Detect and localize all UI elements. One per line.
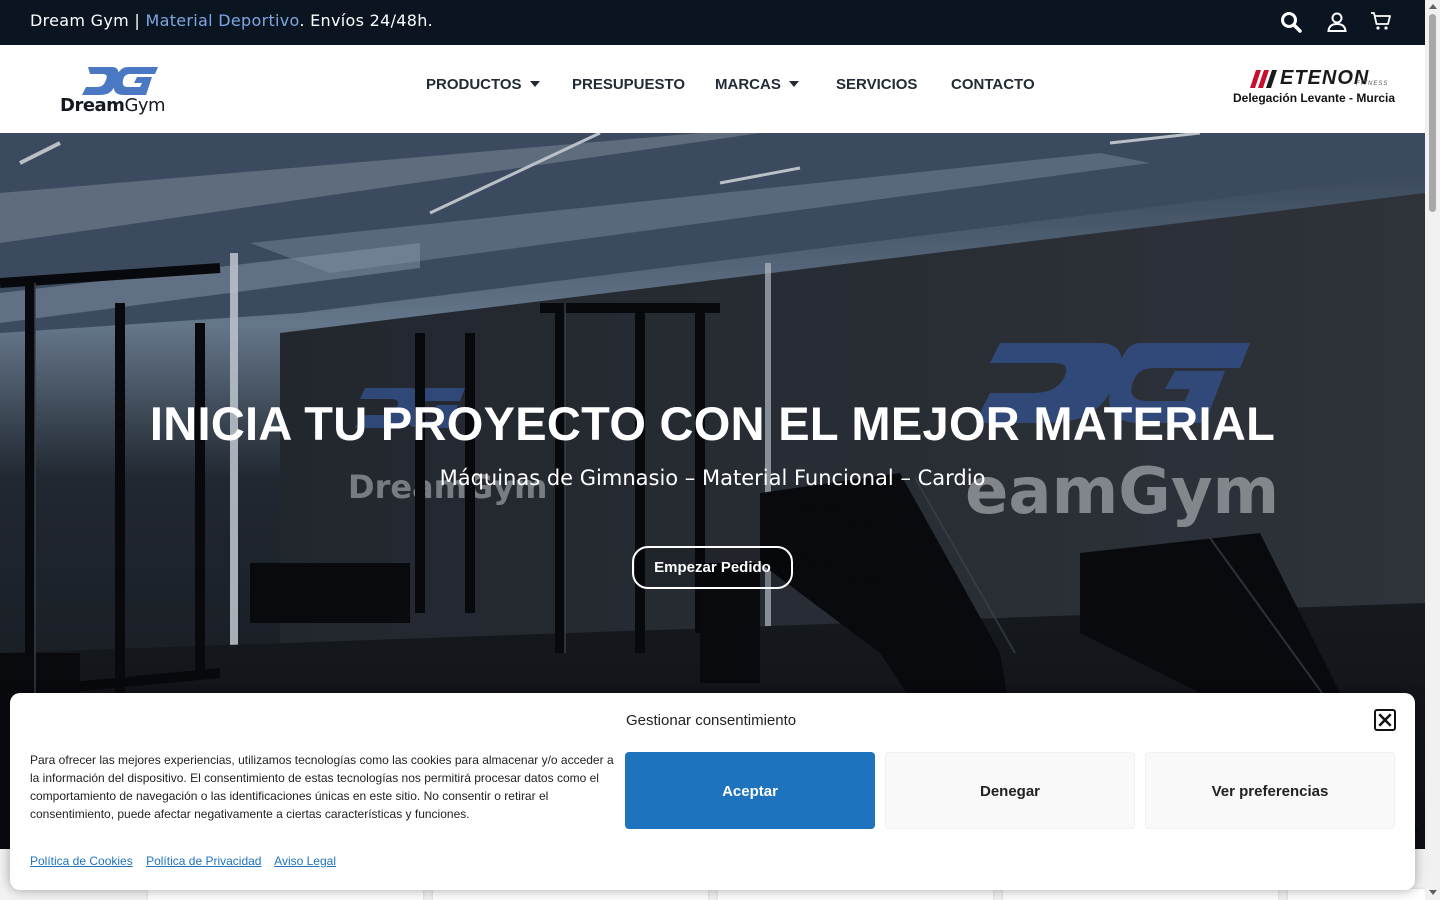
legal-notice-link[interactable]: Aviso Legal: [274, 854, 336, 868]
product-card[interactable]: [718, 889, 993, 900]
deny-button[interactable]: Denegar: [885, 752, 1135, 829]
cookie-consent-dialog: Gestionar consentimiento Para ofrecer la…: [10, 693, 1415, 890]
product-card[interactable]: [433, 889, 708, 900]
accept-button[interactable]: Aceptar: [625, 752, 875, 829]
preferences-button[interactable]: Ver preferencias: [1145, 752, 1395, 829]
scrollbar-thumb[interactable]: [1429, 14, 1436, 212]
logo-mark-icon: [82, 67, 158, 95]
nav-marcas[interactable]: MARCAS: [715, 76, 799, 93]
product-card[interactable]: [1003, 889, 1278, 900]
page-scrollbar[interactable]: [1425, 0, 1440, 900]
top-bar-message: Dream Gym | Material Deportivo. Envíos 2…: [30, 11, 433, 30]
partner-sub: FITNESS: [1356, 81, 1389, 87]
cart-icon[interactable]: [1369, 9, 1393, 33]
cookie-policy-link[interactable]: Política de Cookies: [30, 854, 133, 868]
site-header: DreamGym PRODUCTOS PRESUPUESTO MARCAS SE…: [0, 45, 1425, 133]
user-icon[interactable]: [1325, 10, 1349, 34]
cookie-dialog-title: Gestionar consentimiento: [626, 712, 797, 729]
top-bar: Dream Gym | Material Deportivo. Envíos 2…: [0, 0, 1425, 45]
separator: |: [129, 11, 146, 30]
brand-name: Dream Gym: [30, 11, 130, 30]
hero-subtitle: Máquinas de Gimnasio – Material Funciona…: [439, 466, 986, 490]
close-icon[interactable]: [1374, 709, 1396, 731]
cookie-policy-links: Política de Cookies Política de Privacid…: [30, 854, 346, 868]
scroll-up-arrow-icon[interactable]: [1429, 4, 1437, 9]
nav-productos[interactable]: PRODUCTOS: [426, 76, 540, 93]
shipping-note: . Envíos 24/48h.: [299, 11, 434, 30]
caret-down-icon: [788, 81, 799, 87]
nav-contacto[interactable]: CONTACTO: [951, 76, 1035, 93]
search-icon[interactable]: [1279, 10, 1303, 34]
dream-gym-logo[interactable]: DreamGym: [60, 65, 182, 119]
material-deportivo-link[interactable]: Material Deportivo: [146, 11, 300, 30]
product-card[interactable]: [1288, 889, 1425, 900]
nav-servicios[interactable]: SERVICIOS: [836, 76, 917, 93]
scroll-down-arrow-icon[interactable]: [1429, 890, 1437, 895]
product-card[interactable]: [148, 889, 423, 900]
caret-down-icon: [529, 81, 540, 87]
partner-logo[interactable]: ETENON FITNESS Delegación Levante - Murc…: [1232, 67, 1402, 111]
hero-title: INICIA TU PROYECTO CON EL MEJOR MATERIAL: [149, 397, 1276, 450]
nav-presupuesto[interactable]: PRESUPUESTO: [572, 76, 685, 93]
logo-wordmark: DreamGym: [60, 95, 166, 116]
partner-slashes-icon: [1250, 70, 1277, 88]
cookie-description: Para ofrecer las mejores experiencias, u…: [30, 753, 614, 821]
privacy-policy-link[interactable]: Política de Privacidad: [146, 854, 261, 868]
start-order-button[interactable]: Empezar Pedido: [632, 546, 793, 589]
partner-caption: Delegación Levante - Murcia: [1233, 91, 1396, 105]
